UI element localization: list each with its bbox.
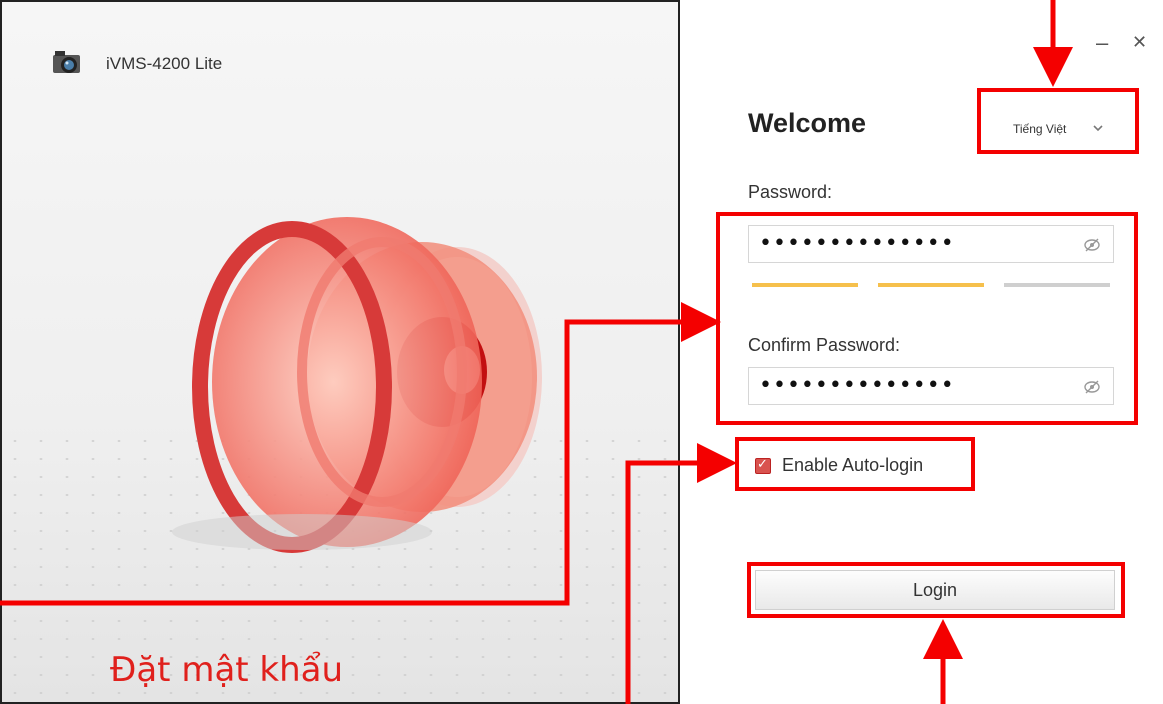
arrow-to-auto-login	[625, 443, 737, 704]
arrow-to-passwords	[0, 302, 721, 606]
app-window: iVMS-4200 Lite Đặt mật khẩu – ✕ Welcome …	[0, 0, 1163, 704]
annotation-arrows	[0, 0, 1073, 704]
